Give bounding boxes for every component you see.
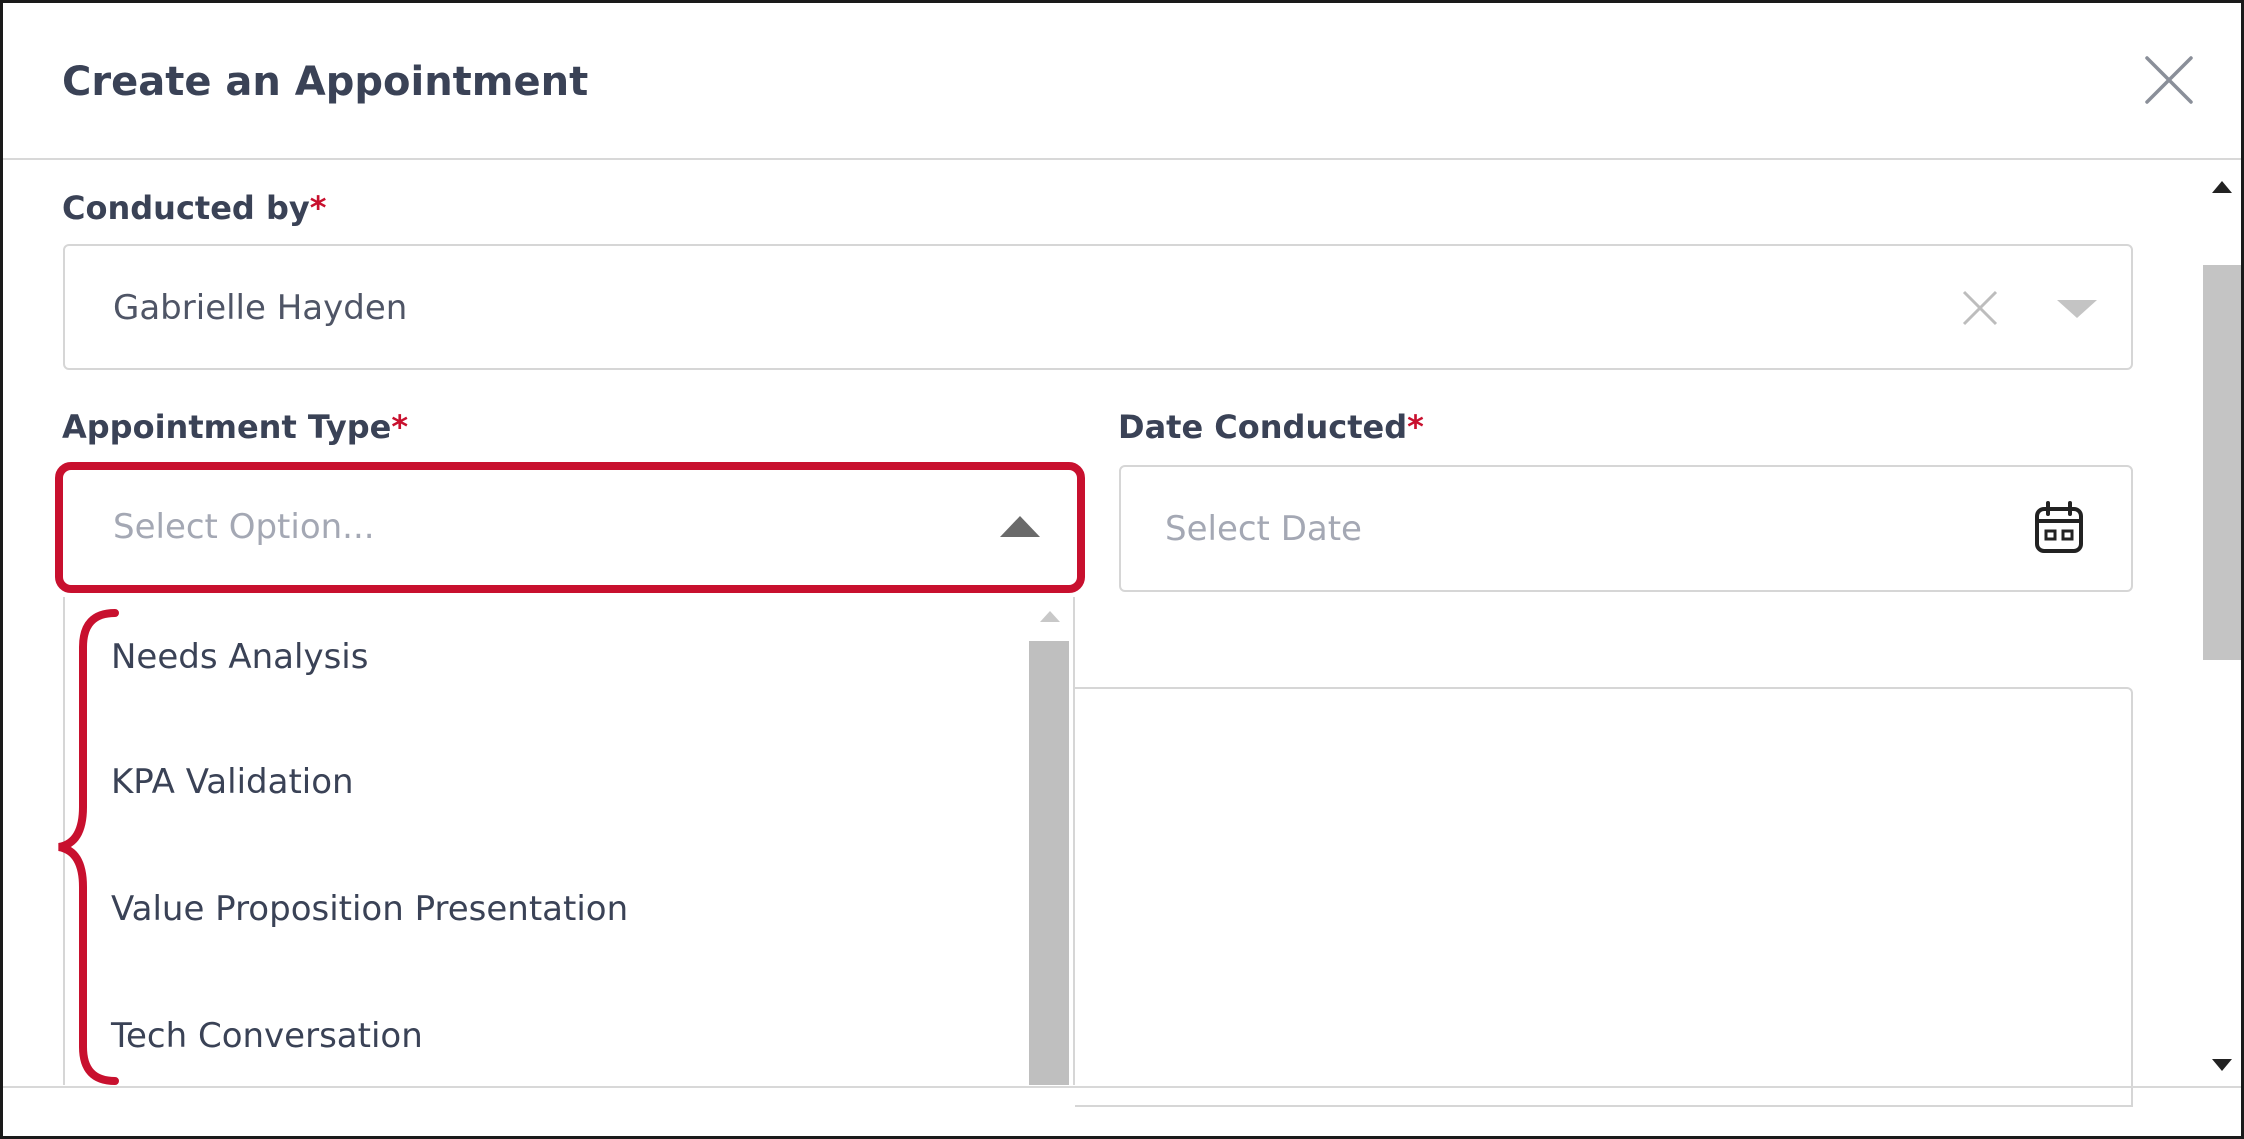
required-mark: * bbox=[391, 408, 409, 446]
appointment-modal: Create an Appointment Conducted by* Gabr… bbox=[0, 0, 2244, 1139]
conducted-by-value: Gabrielle Hayden bbox=[113, 288, 408, 328]
conducted-by-label-text: Conducted by bbox=[62, 189, 310, 227]
modal-scrollbar-thumb[interactable] bbox=[2203, 265, 2241, 660]
appointment-type-placeholder: Select Option... bbox=[113, 507, 375, 547]
date-conducted-placeholder: Select Date bbox=[1165, 509, 1362, 549]
date-conducted-input[interactable]: Select Date bbox=[1119, 465, 2133, 592]
option-needs-analysis[interactable]: Needs Analysis bbox=[111, 637, 368, 677]
required-mark: * bbox=[309, 189, 327, 227]
option-tech-conversation[interactable]: Tech Conversation bbox=[111, 1016, 423, 1056]
conducted-by-select[interactable]: Gabrielle Hayden bbox=[63, 244, 2133, 370]
scroll-up-arrow-icon[interactable] bbox=[1039, 609, 1061, 623]
modal-header: Create an Appointment bbox=[3, 3, 2241, 160]
modal-footer-divider bbox=[3, 1086, 2241, 1088]
clear-icon[interactable] bbox=[1960, 288, 2000, 328]
option-kpa-validation[interactable]: KPA Validation bbox=[111, 762, 354, 802]
caret-down-icon[interactable] bbox=[2055, 296, 2099, 320]
close-icon[interactable] bbox=[2139, 50, 2199, 110]
appointment-type-select[interactable]: Select Option... bbox=[63, 467, 1075, 589]
caret-up-icon[interactable] bbox=[998, 513, 1042, 539]
appointment-type-dropdown: Needs Analysis KPA Validation Value Prop… bbox=[63, 597, 1075, 1085]
conducted-by-label: Conducted by* bbox=[62, 189, 326, 227]
notes-textarea[interactable] bbox=[1075, 687, 2133, 1107]
scroll-down-arrow-icon[interactable] bbox=[2211, 1057, 2233, 1073]
dropdown-scrollbar-thumb[interactable] bbox=[1029, 641, 1069, 1085]
brace-annotation-icon bbox=[58, 609, 119, 1085]
option-value-proposition-presentation[interactable]: Value Proposition Presentation bbox=[111, 889, 628, 929]
required-mark: * bbox=[1407, 408, 1424, 446]
date-conducted-label: Date Conducted* bbox=[1118, 408, 1424, 446]
modal-title: Create an Appointment bbox=[62, 59, 589, 105]
date-conducted-label-text: Date Conducted bbox=[1118, 408, 1408, 446]
appointment-type-label-text: Appointment Type bbox=[62, 408, 392, 446]
appointment-type-label: Appointment Type* bbox=[62, 408, 408, 446]
calendar-icon[interactable] bbox=[2033, 501, 2085, 555]
scroll-up-arrow-icon[interactable] bbox=[2211, 179, 2233, 195]
